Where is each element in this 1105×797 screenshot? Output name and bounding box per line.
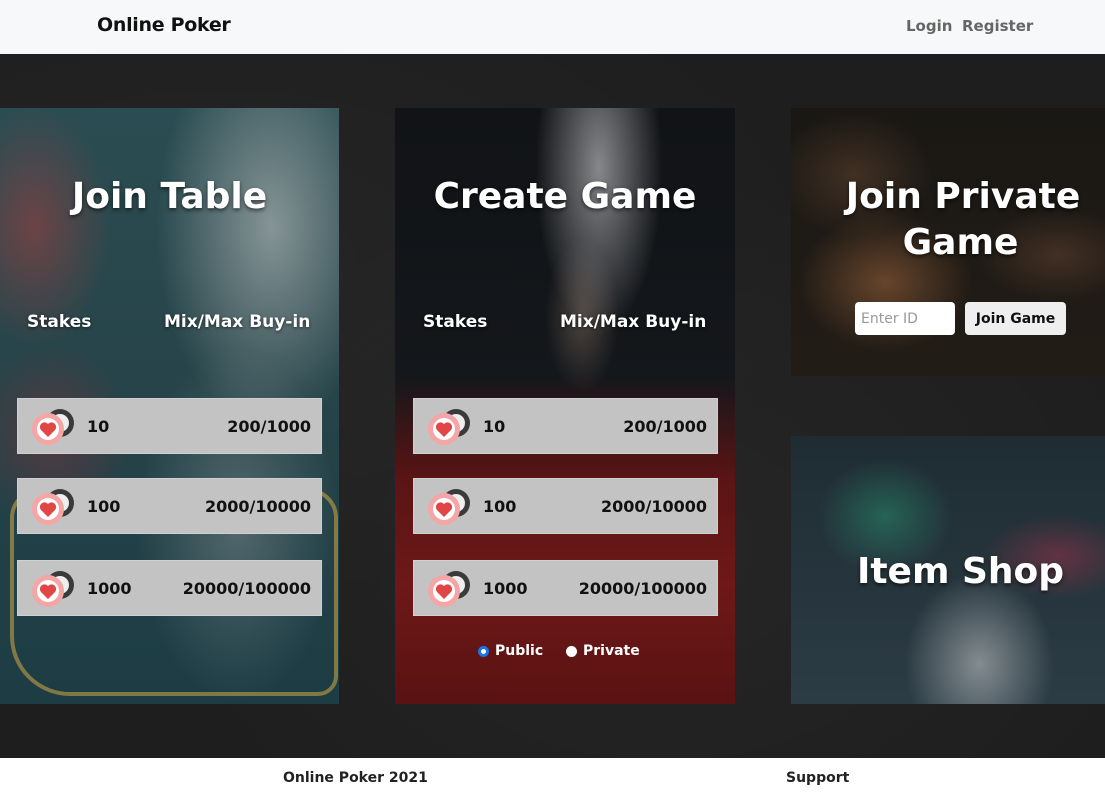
buyin-value: 20000/100000	[182, 579, 311, 598]
join-row-10[interactable]: 10 200/1000	[17, 398, 322, 454]
private-game-id-input[interactable]	[855, 302, 955, 335]
poker-chips-icon	[32, 409, 74, 445]
private-label: Private	[583, 643, 640, 659]
private-radio[interactable]	[566, 645, 577, 657]
create-row-1000[interactable]: 1000 20000/100000	[413, 560, 718, 616]
buyin-value: 2000/10000	[600, 497, 707, 516]
poker-chips-icon	[428, 409, 470, 445]
poker-chips-icon	[32, 489, 74, 525]
stake-value: 1000	[87, 579, 132, 598]
footer: Online Poker 2021 Support	[0, 758, 1105, 797]
stake-value: 1000	[483, 579, 528, 598]
stake-value: 100	[87, 497, 121, 516]
join-table-title: Join Table	[71, 176, 268, 217]
public-radio-option[interactable]: Public	[478, 643, 543, 659]
stake-value: 100	[483, 497, 517, 516]
buyin-value: 20000/100000	[578, 579, 707, 598]
join-row-1000[interactable]: 1000 20000/100000	[17, 560, 322, 616]
buyin-value: 200/1000	[623, 417, 707, 436]
join-private-title-line2: Game	[902, 222, 1019, 263]
buyin-value: 2000/10000	[204, 497, 311, 516]
navbar: Online Poker Login Register	[0, 0, 1105, 54]
create-game-title: Create Game	[433, 176, 697, 217]
stake-value: 10	[483, 417, 506, 436]
join-buyin-header: Mix/Max Buy-in	[164, 312, 311, 332]
footer-copyright: Online Poker 2021	[283, 770, 428, 786]
join-row-100[interactable]: 100 2000/10000	[17, 478, 322, 534]
buyin-value: 200/1000	[227, 417, 311, 436]
join-private-title-line1: Join Private	[845, 176, 1081, 217]
join-stakes-header: Stakes	[27, 312, 92, 332]
poker-chips-icon	[428, 571, 470, 607]
support-link[interactable]: Support	[786, 770, 849, 786]
poker-chips-icon	[32, 571, 74, 607]
poker-chips-icon	[428, 489, 470, 525]
item-shop-title: Item Shop	[856, 551, 1065, 592]
brand-logo[interactable]: Online Poker	[97, 14, 231, 36]
join-game-button[interactable]: Join Game	[965, 302, 1066, 335]
login-link[interactable]: Login	[906, 17, 952, 35]
public-label: Public	[495, 643, 544, 659]
create-row-10[interactable]: 10 200/1000	[413, 398, 718, 454]
create-row-100[interactable]: 100 2000/10000	[413, 478, 718, 534]
create-stakes-header: Stakes	[423, 312, 488, 332]
private-radio-option[interactable]: Private	[566, 643, 640, 659]
stake-value: 10	[87, 417, 110, 436]
register-link[interactable]: Register	[962, 17, 1033, 35]
create-buyin-header: Mix/Max Buy-in	[560, 312, 707, 332]
public-radio[interactable]	[478, 645, 489, 657]
